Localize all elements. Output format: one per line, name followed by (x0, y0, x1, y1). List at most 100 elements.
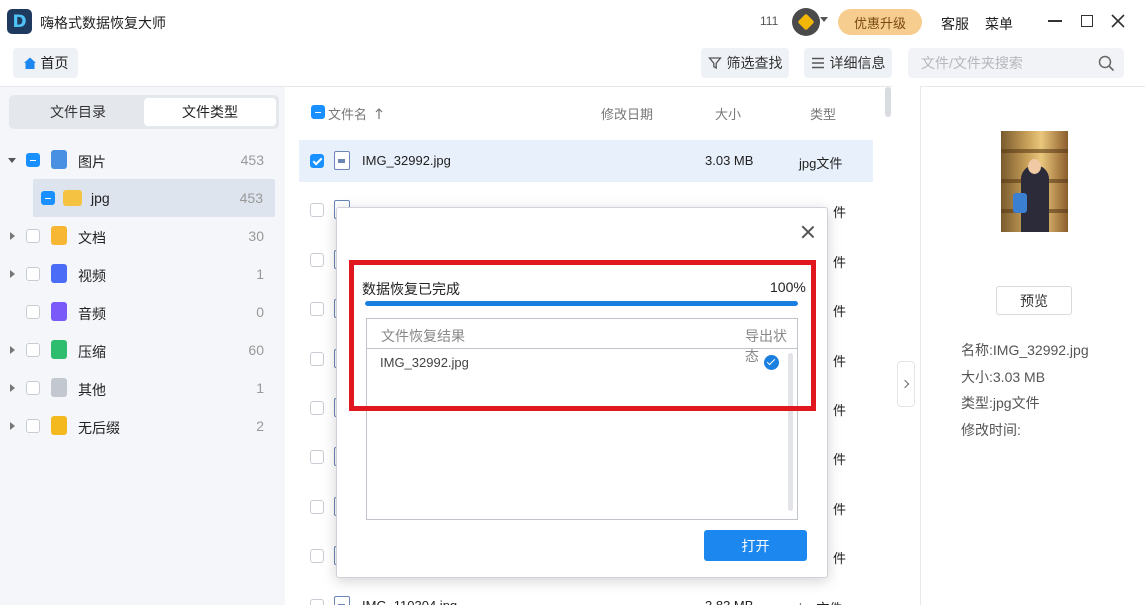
file-name: IMG_32992.jpg (362, 153, 451, 168)
tree-item-count: 30 (248, 228, 264, 244)
tree-item-label: jpg (91, 190, 110, 206)
search-input[interactable] (908, 48, 1088, 78)
row-checkbox[interactable] (310, 252, 324, 267)
file-row[interactable]: IMG_32992.jpg 3.03 MB jpg文件 (299, 140, 873, 182)
expand-right-icon[interactable] (10, 232, 15, 240)
tree-item[interactable]: 压缩 60 (0, 331, 285, 369)
column-date[interactable]: 修改日期 (601, 104, 653, 123)
tree-checkbox[interactable] (26, 343, 40, 357)
tree-item[interactable]: 音频 0 (0, 293, 285, 331)
row-checkbox[interactable] (310, 499, 324, 514)
expand-right-icon[interactable] (10, 422, 15, 430)
expand-right-icon[interactable] (10, 346, 15, 354)
points-count: 111 (760, 14, 779, 28)
tree-item[interactable]: jpg 453 (33, 179, 275, 217)
file-type: 件 (833, 403, 847, 418)
maximize-icon (1081, 15, 1093, 27)
search-icon[interactable] (1098, 55, 1115, 72)
tree-checkbox[interactable] (26, 229, 40, 243)
tree-item-count: 1 (256, 380, 264, 396)
tree-item-label: 无后缀 (78, 420, 120, 436)
home-button[interactable]: 首页 (13, 48, 78, 78)
row-checkbox[interactable] (310, 450, 324, 465)
tree-item-label: 文档 (78, 230, 106, 246)
expand-down-icon[interactable] (8, 158, 16, 163)
home-label: 首页 (40, 55, 69, 71)
select-all-checkbox[interactable] (311, 105, 325, 119)
filter-search-button[interactable]: 筛选查找 (701, 48, 789, 78)
tree-checkbox[interactable] (26, 381, 40, 395)
dialog-close-icon[interactable] (799, 223, 817, 241)
tree-item-label: 压缩 (78, 344, 106, 360)
tab-file-directory[interactable]: 文件目录 (12, 98, 144, 126)
tree-item-label: 其他 (78, 382, 106, 398)
details-button[interactable]: 详细信息 (804, 48, 892, 78)
file-type: 件 (833, 205, 847, 221)
highlight-box (349, 260, 816, 411)
tree-checkbox[interactable] (26, 267, 40, 281)
other-file-icon (51, 378, 67, 397)
collapse-panel-button[interactable] (897, 361, 915, 407)
file-type: 件 (833, 254, 847, 270)
document-icon (51, 226, 67, 245)
open-button[interactable]: 打开 (704, 530, 807, 561)
tree-checkbox[interactable] (26, 419, 40, 433)
row-checkbox[interactable] (310, 351, 324, 366)
image-file-icon (334, 151, 350, 170)
details-panel: 预览 名称:IMG_32992.jpg 大小:3.03 MB 类型:jpg文件 … (920, 86, 1145, 605)
chevron-down-icon[interactable] (820, 17, 828, 22)
tree-item-count: 1 (256, 266, 264, 282)
archive-icon (51, 340, 67, 359)
details-label: 详细信息 (829, 55, 886, 71)
file-row[interactable]: IMG_110304.jpg 3.83 MB jpg文件 (299, 585, 873, 605)
close-window-button[interactable] (1108, 11, 1128, 31)
image-thumbnail[interactable] (1001, 131, 1068, 232)
maximize-button[interactable] (1077, 11, 1097, 31)
tree-item[interactable]: 其他 1 (0, 369, 285, 407)
image-file-icon (334, 595, 350, 605)
tree-checkbox[interactable] (41, 191, 55, 205)
row-checkbox[interactable] (310, 549, 324, 564)
column-size[interactable]: 大小 (715, 104, 741, 123)
detail-name: 名称:IMG_32992.jpg (961, 342, 1089, 358)
column-type[interactable]: 类型 (810, 104, 836, 123)
tree-item[interactable]: 文档 30 (0, 217, 285, 255)
tree-item-count: 0 (256, 304, 264, 320)
tree-item[interactable]: 图片 453 (0, 141, 285, 179)
file-type: 件 (833, 452, 847, 468)
preview-button[interactable]: 预览 (996, 286, 1072, 315)
minimize-button[interactable] (1045, 11, 1065, 31)
file-type: 件 (833, 501, 847, 517)
file-type: 件 (833, 353, 847, 369)
customer-service-button[interactable]: 客服 (941, 14, 969, 34)
app-logo: D (7, 9, 32, 34)
row-checkbox[interactable] (310, 203, 324, 218)
expand-right-icon[interactable] (10, 270, 15, 278)
detail-type: 类型:jpg文件 (961, 395, 1040, 411)
sort-arrow-icon (375, 108, 383, 119)
column-name[interactable]: 文件名 (328, 104, 383, 123)
view-switch: 文件目录 文件类型 (9, 95, 279, 129)
tab-file-type[interactable]: 文件类型 (144, 98, 276, 126)
expand-right-icon[interactable] (10, 384, 15, 392)
left-panel: 文件目录 文件类型 图片 453 jpg 453 文档 30 视频 1 音频 0 压缩 60 其他 1 无后… (0, 86, 285, 605)
no-extension-icon (51, 416, 67, 435)
list-scrollbar[interactable] (885, 87, 891, 117)
vip-medal-icon[interactable] (792, 8, 820, 36)
tree-item-count: 453 (239, 190, 263, 206)
app-title: 嗨格式数据恢复大师 (40, 15, 166, 31)
row-checkbox[interactable] (310, 401, 324, 415)
tree-item[interactable]: 无后缀 2 (0, 407, 285, 445)
detail-size: 大小:3.03 MB (961, 369, 1046, 385)
tree-item-label: 视频 (78, 268, 106, 284)
audio-icon (51, 302, 67, 321)
upgrade-button[interactable]: 优惠升级 (838, 9, 922, 35)
tree-item[interactable]: 视频 1 (0, 255, 285, 293)
tree-checkbox[interactable] (26, 153, 40, 167)
row-checkbox[interactable] (310, 302, 324, 317)
tree-checkbox[interactable] (26, 305, 40, 319)
row-checkbox[interactable] (310, 598, 324, 605)
menu-button[interactable]: 菜单 (985, 14, 1013, 34)
row-checkbox[interactable] (310, 154, 324, 168)
tree-item-count: 453 (240, 152, 264, 168)
